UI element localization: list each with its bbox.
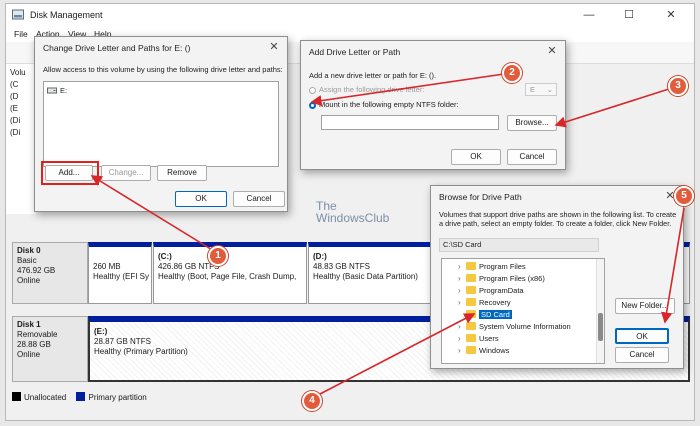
callout-2: 2 <box>502 63 522 83</box>
arrow-2 <box>310 73 505 107</box>
callout-5: 5 <box>674 186 694 206</box>
callout-3: 3 <box>668 76 688 96</box>
arrow-1 <box>90 175 215 252</box>
arrow-5 <box>661 207 685 324</box>
callout-4: 4 <box>302 391 322 411</box>
callout-1: 1 <box>208 246 228 266</box>
arrow-3 <box>554 87 673 128</box>
annotation-arrows <box>90 73 685 395</box>
arrow-4 <box>319 313 476 395</box>
